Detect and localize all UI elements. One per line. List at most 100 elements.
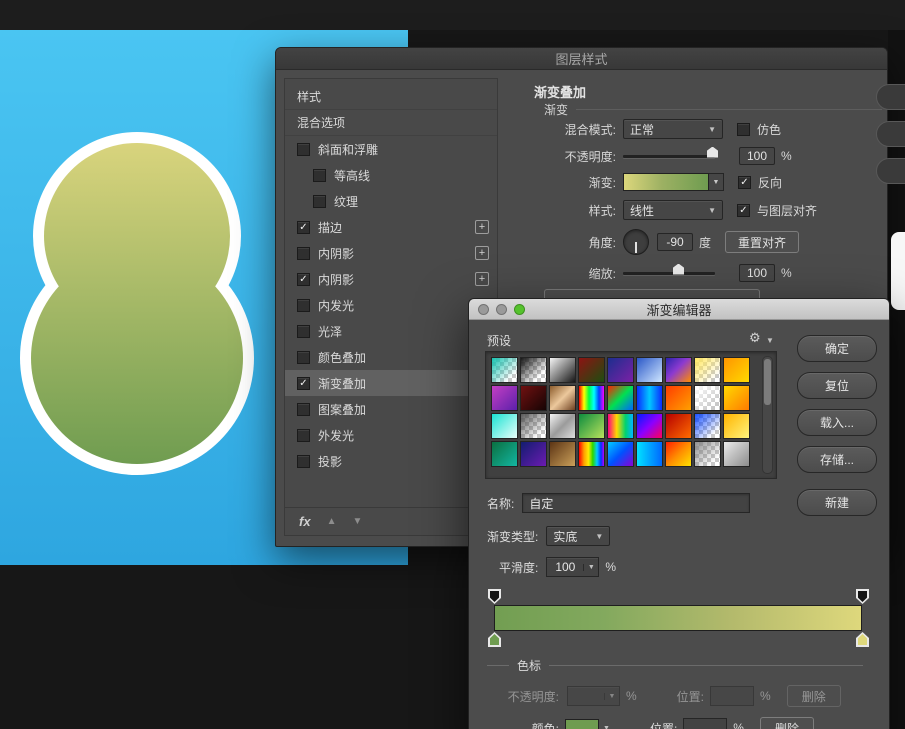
gradient-preset-thumbnail[interactable]	[520, 413, 547, 439]
style-list-item-drop-shadow[interactable]: 投影	[285, 448, 497, 474]
style-list-item-outer-glow[interactable]: 外发光	[285, 422, 497, 448]
cut-off-dialog-button-1[interactable]	[876, 84, 905, 110]
gradient-preset-thumbnail[interactable]	[723, 441, 750, 467]
gradient-type-select[interactable]: 实底 ▼	[546, 526, 610, 546]
gradient-preset-thumbnail[interactable]	[636, 441, 663, 467]
gradient-name-input[interactable]	[522, 493, 750, 513]
gradient-preset-thumbnail[interactable]	[491, 413, 518, 439]
gradient-preset-thumbnail[interactable]	[636, 357, 663, 383]
move-effect-down-icon[interactable]: ▼	[352, 516, 362, 527]
opacity-stop-right[interactable]	[856, 589, 869, 604]
color-stop-right[interactable]	[856, 632, 869, 647]
effect-checkbox[interactable]	[313, 195, 326, 208]
effect-checkbox[interactable]: ✓	[297, 377, 310, 390]
effect-checkbox[interactable]: ✓	[297, 273, 310, 286]
style-list-item-gradient-overlay[interactable]: ✓ 渐变叠加	[285, 370, 497, 396]
gradient-preset-thumbnail[interactable]	[694, 441, 721, 467]
effect-checkbox[interactable]	[297, 143, 310, 156]
cut-off-dialog-button-3[interactable]	[876, 158, 905, 184]
zoom-window-icon[interactable]	[514, 304, 525, 315]
minimize-window-icon[interactable]	[496, 304, 507, 315]
reverse-checkbox[interactable]: ✓	[738, 176, 751, 189]
style-list-item-stroke[interactable]: ✓ 描边 +	[285, 214, 497, 240]
new-button[interactable]: 新建	[797, 489, 877, 516]
gear-menu-arrow-icon[interactable]: ▼	[766, 336, 774, 345]
gradient-preset-thumbnail[interactable]	[578, 413, 605, 439]
move-effect-up-icon[interactable]: ▲	[327, 516, 337, 527]
cut-off-dialog-button-2[interactable]	[876, 121, 905, 147]
effect-checkbox[interactable]	[297, 325, 310, 338]
gradient-preset-thumbnail[interactable]	[491, 441, 518, 467]
angle-value-field[interactable]: -90	[657, 233, 693, 251]
effect-checkbox[interactable]	[297, 455, 310, 468]
stop-color-swatch[interactable]	[565, 719, 599, 729]
gradient-picker-arrow[interactable]: ▼	[709, 173, 724, 191]
gradient-preset-thumbnail[interactable]	[665, 385, 692, 411]
gradient-preset-thumbnail[interactable]	[636, 385, 663, 411]
add-effect-instance-icon[interactable]: +	[475, 246, 489, 260]
gradient-preset-thumbnail[interactable]	[607, 413, 634, 439]
opacity-stop-left[interactable]	[488, 589, 501, 604]
presets-scrollbar[interactable]	[762, 356, 773, 474]
gradient-preset-thumbnail[interactable]	[694, 357, 721, 383]
style-list-item-inner-shadow-1[interactable]: 内阴影 +	[285, 240, 497, 266]
gradient-preset-thumbnail[interactable]	[549, 413, 576, 439]
gradient-preset-thumbnail[interactable]	[665, 413, 692, 439]
gradient-preview-swatch[interactable]	[623, 173, 709, 191]
gear-icon[interactable]: ⚙	[749, 330, 761, 346]
scale-value-field[interactable]: 100	[739, 264, 775, 282]
save-button[interactable]: 存储...	[797, 446, 877, 473]
gradient-preset-thumbnail[interactable]	[694, 385, 721, 411]
angle-dial[interactable]	[623, 229, 649, 255]
scale-slider[interactable]	[623, 272, 715, 275]
style-list-item-inner-glow[interactable]: 内发光	[285, 292, 497, 318]
smoothness-spinner[interactable]: 100 ▼	[546, 557, 599, 577]
position-value-field[interactable]	[710, 686, 754, 706]
add-effect-instance-icon[interactable]: +	[475, 220, 489, 234]
blend-mode-select[interactable]: 正常 ▼	[623, 119, 723, 139]
opacity-value-field[interactable]: 100	[739, 147, 775, 165]
style-list-item-texture[interactable]: 纹理	[285, 188, 497, 214]
gradient-preset-thumbnail[interactable]	[491, 357, 518, 383]
scale-slider-knob[interactable]	[673, 264, 684, 275]
layer-style-titlebar[interactable]: 图层样式	[276, 48, 887, 70]
gradient-preset-thumbnail[interactable]	[549, 441, 576, 467]
gradient-preset-thumbnail[interactable]	[520, 441, 547, 467]
align-with-layer-checkbox[interactable]: ✓	[737, 204, 750, 217]
effect-checkbox[interactable]	[297, 299, 310, 312]
position-value-field[interactable]	[683, 718, 727, 729]
gradient-preset-thumbnail[interactable]	[578, 357, 605, 383]
gradient-preset-thumbnail[interactable]	[723, 357, 750, 383]
style-list-item-blending-options[interactable]: 混合选项	[285, 110, 497, 136]
gradient-preset-thumbnail[interactable]	[607, 441, 634, 467]
load-button[interactable]: 载入...	[797, 409, 877, 436]
add-effect-instance-icon[interactable]: +	[475, 272, 489, 286]
style-list-item-inner-shadow-2[interactable]: ✓ 内阴影 +	[285, 266, 497, 292]
dither-checkbox[interactable]	[737, 123, 750, 136]
effect-checkbox[interactable]	[297, 247, 310, 260]
gradient-preset-thumbnail[interactable]	[665, 441, 692, 467]
gradient-preset-thumbnail[interactable]	[491, 385, 518, 411]
style-list-item-pattern-overlay[interactable]: 图案叠加	[285, 396, 497, 422]
gradient-preset-thumbnail[interactable]	[607, 385, 634, 411]
effect-checkbox[interactable]	[313, 169, 326, 182]
close-window-icon[interactable]	[478, 304, 489, 315]
color-stop-left[interactable]	[488, 632, 501, 647]
gradient-preset-thumbnail[interactable]	[694, 413, 721, 439]
gradient-preview-bar[interactable]	[494, 605, 862, 631]
delete-stop-button[interactable]: 删除	[760, 717, 814, 729]
effect-checkbox[interactable]: ✓	[297, 221, 310, 234]
gradient-editor-titlebar[interactable]: 渐变编辑器	[469, 299, 889, 320]
reset-align-button[interactable]: 重置对齐	[725, 231, 799, 253]
gradient-preset-thumbnail[interactable]	[636, 413, 663, 439]
gradient-preset-thumbnail[interactable]	[520, 385, 547, 411]
opacity-slider[interactable]	[623, 155, 715, 158]
delete-stop-button[interactable]: 删除	[787, 685, 841, 707]
effect-checkbox[interactable]	[297, 351, 310, 364]
gradient-style-select[interactable]: 线性 ▼	[623, 200, 723, 220]
gradient-preset-thumbnail[interactable]	[723, 385, 750, 411]
fx-icon[interactable]: fx	[299, 514, 311, 529]
reset-button[interactable]: 复位	[797, 372, 877, 399]
gradient-preset-thumbnail[interactable]	[578, 441, 605, 467]
presets-scrollbar-thumb[interactable]	[764, 359, 771, 405]
